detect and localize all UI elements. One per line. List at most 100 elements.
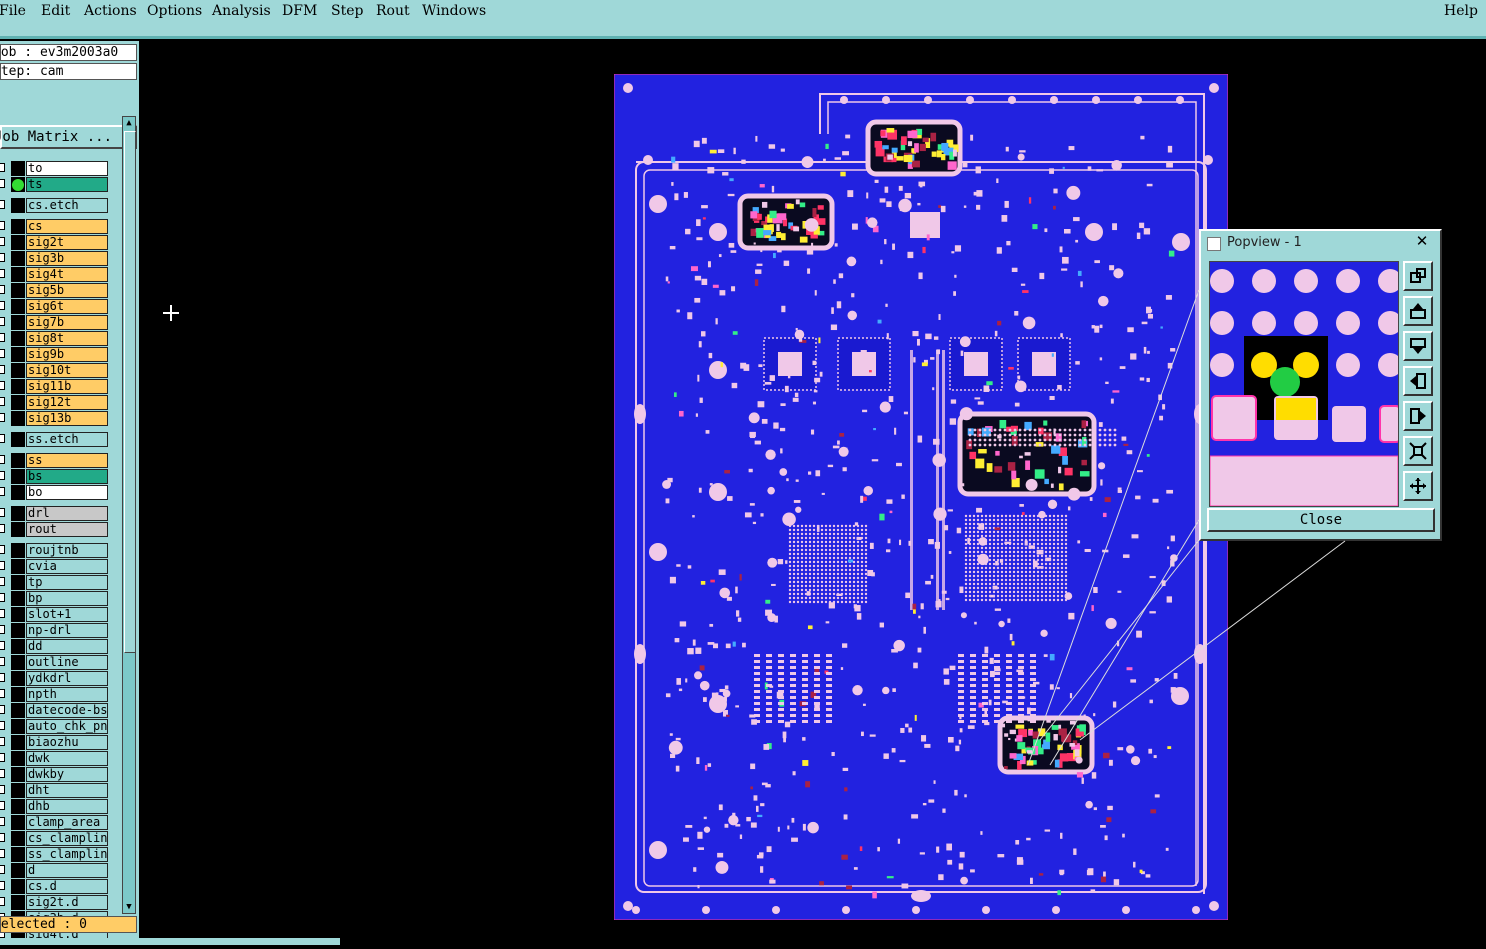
layer-checkbox[interactable] <box>0 577 5 586</box>
layer-checkbox[interactable] <box>0 253 5 262</box>
layer-name[interactable]: sig6t <box>26 299 108 314</box>
scroll-down-arrow-icon[interactable]: ▼ <box>123 901 135 913</box>
layer-name[interactable]: ydkdrl <box>26 671 108 686</box>
layer-name[interactable]: sig9b <box>26 347 108 362</box>
zoom-out-button[interactable] <box>1403 471 1433 501</box>
layer-checkbox[interactable] <box>0 487 5 496</box>
layer-name[interactable]: ss <box>26 453 108 468</box>
layer-checkbox[interactable] <box>0 524 5 533</box>
layer-checkbox[interactable] <box>0 593 5 602</box>
popview-preview[interactable] <box>1209 261 1399 507</box>
layer-checkbox[interactable] <box>0 737 5 746</box>
layer-row[interactable]: sig11b <box>0 379 120 394</box>
layer-row[interactable]: npth <box>0 687 120 702</box>
layer-name[interactable]: ss.etch <box>26 432 108 447</box>
layer-name[interactable]: sig7b <box>26 315 108 330</box>
layer-name[interactable]: cs.etch <box>26 198 108 213</box>
layer-checkbox[interactable] <box>0 269 5 278</box>
menu-options[interactable]: Options <box>147 3 202 19</box>
layer-name[interactable]: sig8t <box>26 331 108 346</box>
layer-checkbox[interactable] <box>0 689 5 698</box>
layer-row[interactable]: ss.etch <box>0 432 120 447</box>
layer-checkbox[interactable] <box>0 769 5 778</box>
layer-name[interactable]: ss_clampline <box>26 847 108 862</box>
popview-titlebar[interactable]: Popview - 1 ✕ <box>1201 231 1440 255</box>
layer-row[interactable]: cs <box>0 219 120 234</box>
layer-row[interactable]: dhb <box>0 799 120 814</box>
pan-right-button[interactable] <box>1403 401 1433 431</box>
layer-name[interactable]: sig11b <box>26 379 108 394</box>
layer-name[interactable]: dwk <box>26 751 108 766</box>
layer-checkbox[interactable] <box>0 785 5 794</box>
layer-checkbox[interactable] <box>0 673 5 682</box>
menu-actions[interactable]: Actions <box>84 3 137 19</box>
layer-row[interactable]: slot+1 <box>0 607 120 622</box>
zoom-fit-button[interactable] <box>1403 261 1433 291</box>
layer-checkbox[interactable] <box>0 381 5 390</box>
layer-checkbox[interactable] <box>0 849 5 858</box>
layer-row[interactable]: d <box>0 863 120 878</box>
layer-checkbox[interactable] <box>0 413 5 422</box>
layer-row[interactable]: sig5b <box>0 283 120 298</box>
layer-name[interactable]: sig12t <box>26 395 108 410</box>
layer-row[interactable]: np-drl <box>0 623 120 638</box>
layer-row[interactable]: cs.d <box>0 879 120 894</box>
layer-checkbox[interactable] <box>0 508 5 517</box>
layer-checkbox[interactable] <box>0 349 5 358</box>
menu-windows[interactable]: Windows <box>422 3 486 19</box>
scroll-up-arrow-icon[interactable]: ▲ <box>123 117 135 129</box>
layer-row[interactable]: datecode-bs <box>0 703 120 718</box>
layer-row[interactable]: cs_clampline <box>0 831 120 846</box>
layer-checkbox[interactable] <box>0 237 5 246</box>
scrollbar-thumb[interactable] <box>124 131 136 653</box>
popview-close-button[interactable]: Close <box>1207 508 1435 532</box>
layer-checkbox[interactable] <box>0 221 5 230</box>
layer-checkbox[interactable] <box>0 200 5 209</box>
layer-name[interactable]: sig2t.d <box>26 895 108 910</box>
layer-row[interactable]: drl <box>0 506 120 521</box>
layer-name[interactable]: sig10t <box>26 363 108 378</box>
layer-row[interactable]: sig13b <box>0 411 120 426</box>
layer-row[interactable]: cs.etch <box>0 198 120 213</box>
layer-name[interactable]: dht <box>26 783 108 798</box>
layer-row[interactable]: sig6t <box>0 299 120 314</box>
layer-name[interactable]: drl <box>26 506 108 521</box>
pan-left-button[interactable] <box>1403 366 1433 396</box>
layer-row[interactable]: to <box>0 161 120 176</box>
menu-step[interactable]: Step <box>331 3 363 19</box>
layer-row[interactable]: roujtnb <box>0 543 120 558</box>
layer-row[interactable]: ss_clampline <box>0 847 120 862</box>
layer-row[interactable]: bo <box>0 485 120 500</box>
menu-file[interactable]: File <box>0 3 26 19</box>
layer-row[interactable]: sig12t <box>0 395 120 410</box>
layer-checkbox[interactable] <box>0 561 5 570</box>
layer-name[interactable]: d <box>26 863 108 878</box>
layer-name[interactable]: slot+1 <box>26 607 108 622</box>
layer-name[interactable]: dwkby <box>26 767 108 782</box>
layer-checkbox[interactable] <box>0 705 5 714</box>
layer-checkbox[interactable] <box>0 625 5 634</box>
close-icon[interactable]: ✕ <box>1410 232 1434 250</box>
zoom-in-button[interactable] <box>1403 436 1433 466</box>
layer-name[interactable]: tp <box>26 575 108 590</box>
layer-row[interactable]: dwk <box>0 751 120 766</box>
layer-name[interactable]: biaozhu <box>26 735 108 750</box>
layer-row[interactable]: sig7b <box>0 315 120 330</box>
layer-checkbox[interactable] <box>0 434 5 443</box>
layer-checkbox[interactable] <box>0 455 5 464</box>
layer-row[interactable]: dwkby <box>0 767 120 782</box>
menu-rout[interactable]: Rout <box>376 3 410 19</box>
layer-checkbox[interactable] <box>0 163 5 172</box>
pan-down-button[interactable] <box>1403 331 1433 361</box>
layer-row[interactable]: tp <box>0 575 120 590</box>
layer-name[interactable]: outline <box>26 655 108 670</box>
layer-name[interactable]: np-drl <box>26 623 108 638</box>
layer-row[interactable]: sig4t <box>0 267 120 282</box>
job-matrix-button[interactable]: Job Matrix ... <box>0 125 137 149</box>
layer-checkbox[interactable] <box>0 179 5 188</box>
pan-up-button[interactable] <box>1403 296 1433 326</box>
layer-name[interactable]: bo <box>26 485 108 500</box>
layer-checkbox[interactable] <box>0 657 5 666</box>
layer-row[interactable]: sig9b <box>0 347 120 362</box>
layer-name[interactable]: bs <box>26 469 108 484</box>
